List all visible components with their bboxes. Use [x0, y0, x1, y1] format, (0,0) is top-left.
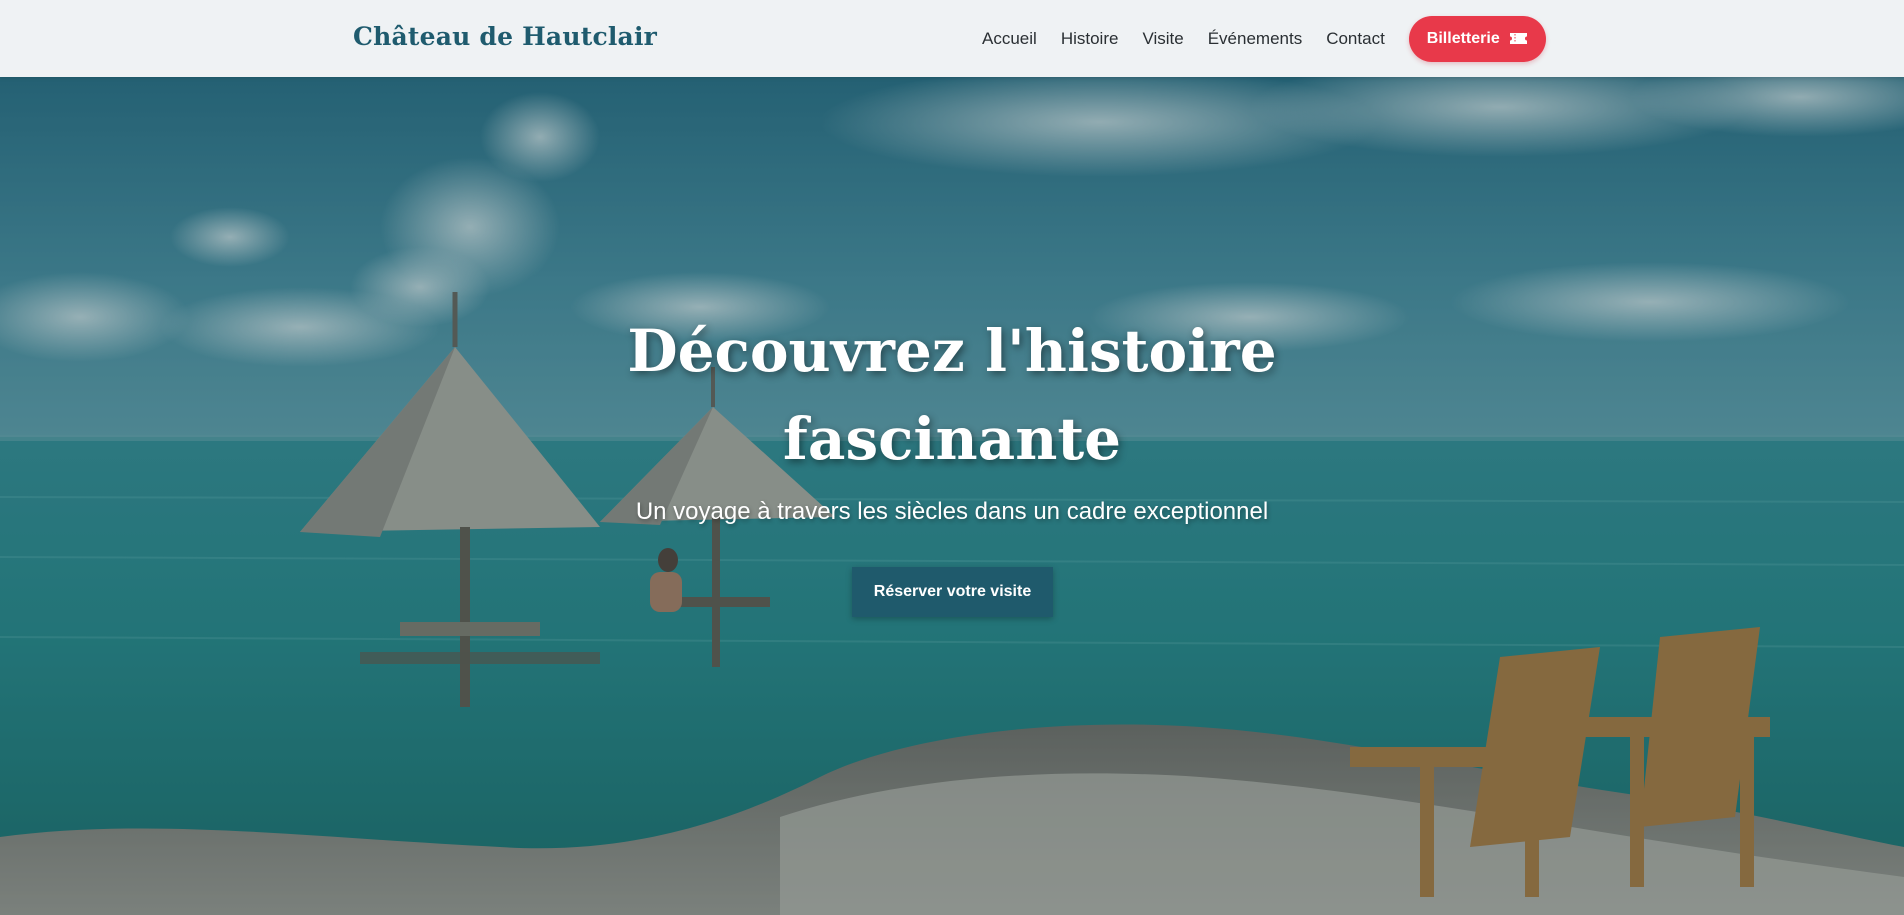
ticket-button-label: Billetterie [1426, 29, 1500, 47]
site-header: Château de Hautclair Accueil Histoire Vi… [0, 0, 1904, 77]
nav-link-visite[interactable]: Visite [1142, 29, 1183, 49]
book-visit-button[interactable]: Réserver votre visite [852, 567, 1053, 617]
nav-link-contact[interactable]: Contact [1326, 29, 1385, 49]
main-nav: Accueil Histoire Visite Événements Conta… [982, 0, 1546, 77]
hero-section: Découvrez l'histoire fascinante Un voyag… [0, 77, 1904, 915]
hero-title-line2: fascinante [782, 405, 1122, 473]
nav-link-histoire[interactable]: Histoire [1061, 29, 1119, 49]
hero-subtitle: Un voyage à travers les siècles dans un … [635, 498, 1269, 525]
site-logo[interactable]: Château de Hautclair [353, 22, 657, 51]
page: Château de Hautclair Accueil Histoire Vi… [0, 0, 1904, 915]
ticket-button[interactable]: Billetterie [1408, 15, 1546, 62]
hero-title: Découvrez l'histoire fascinante [0, 307, 1904, 483]
hero-title-line1: Découvrez l'histoire [627, 317, 1277, 385]
hero-overlay [0, 77, 1904, 915]
nav-link-evenements[interactable]: Événements [1208, 29, 1303, 49]
nav-link-accueil[interactable]: Accueil [982, 29, 1037, 49]
ticket-icon [1509, 32, 1528, 45]
